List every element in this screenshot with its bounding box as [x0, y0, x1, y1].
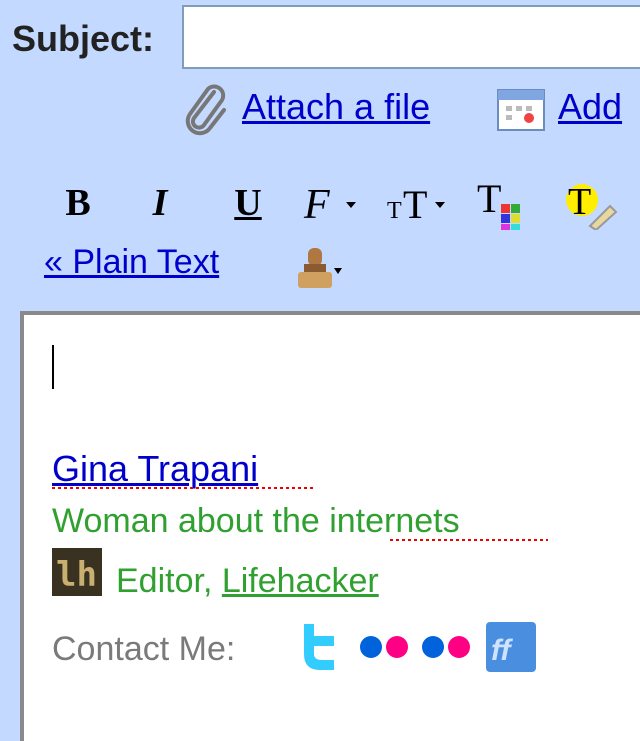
stamp-icon [298, 248, 342, 288]
text-color-icon: T [477, 176, 520, 230]
italic-button[interactable]: I [138, 178, 182, 228]
highlight-color-icon: T [566, 181, 618, 230]
svg-text:T: T [477, 176, 501, 221]
text-size-icon: T T [387, 182, 445, 227]
calendar-icon [497, 89, 545, 131]
svg-text:lh: lh [56, 555, 97, 595]
attach-file-link[interactable]: Attach a file [242, 86, 430, 128]
lifehacker-logo-icon: lh [52, 548, 102, 596]
signature-name-link[interactable]: Gina Trapani [52, 448, 258, 490]
flickr-icon[interactable] [420, 634, 472, 660]
twitter-icon[interactable] [298, 622, 342, 672]
highlight-color-button[interactable]: T [560, 178, 620, 230]
spellcheck-squiggle [390, 539, 548, 541]
add-event-link[interactable]: Add [558, 86, 622, 128]
text-color-button[interactable]: T [475, 176, 533, 230]
text-caret [52, 345, 54, 389]
svg-text:T: T [403, 182, 427, 227]
svg-text:ff: ff [491, 634, 513, 667]
plain-text-link[interactable]: « Plain Text [44, 243, 219, 282]
subject-input[interactable] [182, 5, 640, 69]
lifehacker-link[interactable]: Lifehacker [222, 562, 379, 600]
contact-label: Contact Me: [52, 630, 236, 668]
svg-text:T: T [387, 198, 402, 224]
subject-label: Subject: [12, 18, 155, 59]
stamp-button[interactable] [294, 244, 346, 294]
signature-title-prefix: Editor, [116, 562, 222, 600]
signature-title: Editor, Lifehacker [116, 562, 379, 601]
underline-button[interactable]: U [226, 178, 270, 228]
text-size-button[interactable]: T T [385, 178, 451, 228]
bold-button[interactable]: B [56, 178, 100, 228]
svg-text:F: F [303, 182, 330, 228]
spellcheck-squiggle [52, 487, 314, 489]
flickr-icon[interactable] [358, 634, 410, 660]
signature-tagline: Woman about the internets [52, 502, 460, 540]
friendfeed-icon[interactable]: ff [486, 622, 536, 672]
font-button[interactable]: F [300, 178, 362, 228]
svg-text:T: T [568, 181, 591, 223]
paperclip-icon [185, 84, 226, 136]
font-icon: F [303, 182, 356, 228]
